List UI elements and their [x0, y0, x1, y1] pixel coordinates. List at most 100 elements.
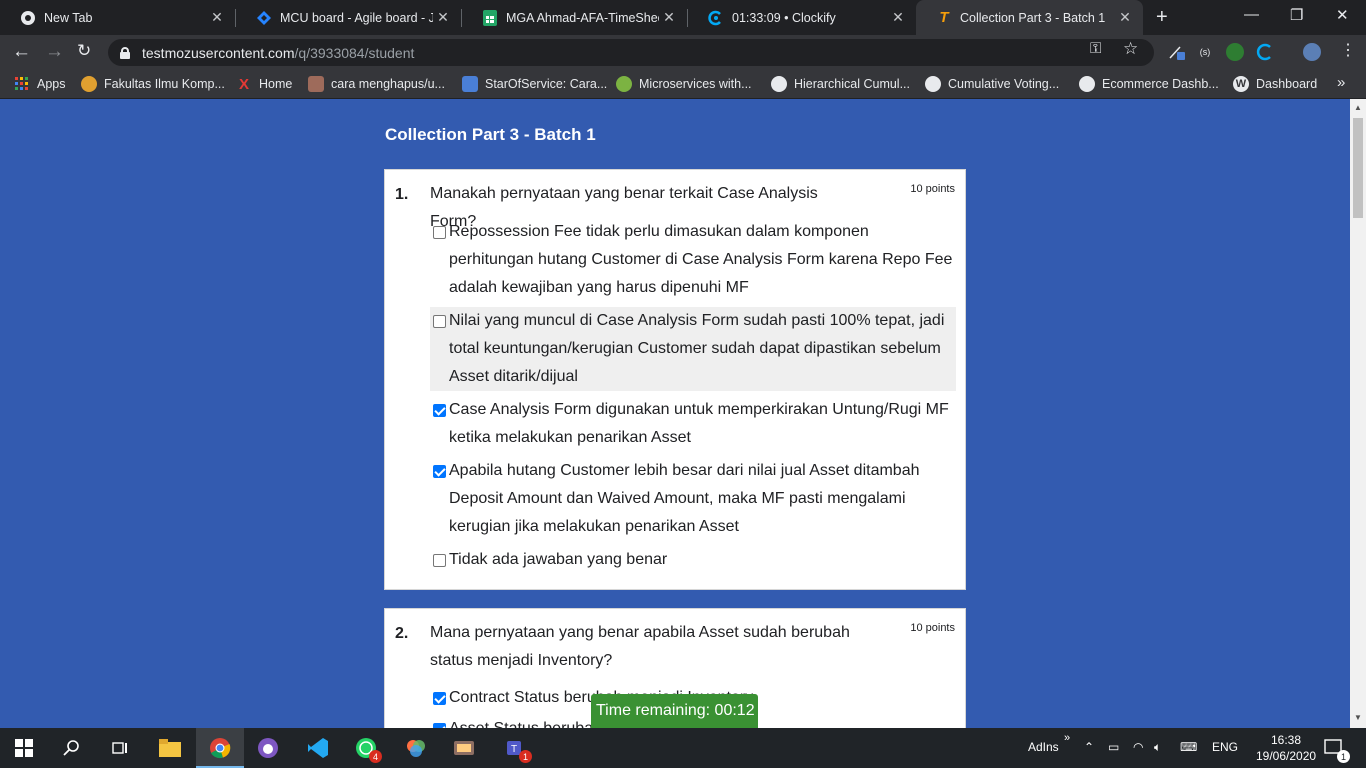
bookmark-fakultas[interactable]: Fakultas Ilmu Komp... [81, 76, 225, 92]
answer-option[interactable]: Repossession Fee tidak perlu dimasukan d… [430, 218, 956, 302]
clock[interactable]: 16:38 19/06/2020 [1256, 732, 1316, 764]
clock-time: 16:38 [1270, 733, 1302, 747]
answer-option[interactable]: Nilai yang muncul di Case Analysis Form … [430, 307, 956, 391]
answer-checkbox[interactable] [433, 692, 446, 705]
bookmark-label: Ecommerce Dashb... [1102, 77, 1219, 91]
bookmark-label: Hierarchical Cumul... [794, 77, 911, 91]
answer-checkbox[interactable] [433, 465, 446, 478]
close-tab-icon[interactable]: ✕ [888, 9, 908, 26]
answer-checkbox[interactable] [433, 404, 446, 417]
tray-more-icon[interactable]: » [1064, 732, 1070, 744]
tab-title: MGA Ahmad-AFA-TimeSheet-2 [506, 10, 659, 25]
restore-button[interactable]: ❐ [1290, 6, 1303, 24]
bookmark-hierarchical[interactable]: Hierarchical Cumul... [771, 76, 910, 92]
bookmark-starofservice[interactable]: StarOfService: Cara... [462, 76, 607, 92]
scroll-up-icon[interactable]: ▲ [1354, 103, 1362, 112]
page-scrollbar[interactable]: ▲ ▼ [1350, 99, 1366, 728]
points-label: 10 points [910, 183, 955, 195]
scroll-down-icon[interactable]: ▼ [1354, 713, 1362, 722]
answer-checkbox[interactable] [433, 315, 446, 328]
close-tab-icon[interactable]: ✕ [659, 9, 679, 26]
tab-clockify[interactable]: 01:33:09 • Clockify ✕ [688, 0, 916, 35]
volume-icon[interactable]: 🔈︎ [1154, 740, 1161, 755]
battery-icon[interactable]: ▭ [1108, 740, 1119, 754]
answer-option[interactable]: Apabila hutang Customer lebih besar dari… [430, 457, 956, 541]
bookmark-label: Home [259, 77, 293, 91]
more-bookmarks-icon[interactable]: » [1337, 74, 1345, 91]
wifi-icon[interactable]: ◠ [1133, 740, 1143, 754]
apps-grid-icon [14, 76, 30, 92]
chrome-icon[interactable] [208, 736, 232, 760]
points-label: 10 points [910, 622, 955, 634]
tab-collection-part-3[interactable]: T Collection Part 3 - Batch 1 ✕ [916, 0, 1143, 35]
minimize-button[interactable]: — [1244, 6, 1259, 23]
vscode-icon[interactable] [306, 736, 330, 760]
answer-text: Apabila hutang Customer lebih besar dari… [449, 462, 920, 535]
extension-clockify-icon[interactable] [1256, 43, 1274, 61]
notification-center-icon[interactable]: 1 [1322, 736, 1350, 763]
question-number: 2. [395, 625, 409, 642]
address-bar[interactable]: testmozusercontent.com /q/3933084/studen… [108, 39, 1154, 66]
wordpress-icon: W [1233, 76, 1249, 92]
globe-icon [925, 76, 941, 92]
back-button[interactable]: ← [12, 41, 31, 63]
bookmark-favicon-icon [462, 76, 478, 92]
clock-date: 19/06/2020 [1256, 749, 1317, 763]
game-app-icon[interactable] [452, 736, 476, 760]
show-hidden-icons-icon[interactable]: ⌃ [1084, 740, 1094, 754]
avatar[interactable] [1303, 43, 1321, 61]
bookmark-favicon-icon [81, 76, 97, 92]
tab-title: MCU board - Agile board - Jira [280, 10, 433, 25]
extension-globe-icon[interactable] [1226, 43, 1244, 61]
language-indicator[interactable]: ENG [1212, 740, 1238, 754]
extension-s-icon[interactable]: (s) [1196, 43, 1214, 61]
answer-text: Repossession Fee tidak perlu dimasukan d… [449, 223, 953, 296]
answer-text: Tidak ada jawaban yang benar [449, 551, 668, 568]
jira-icon [256, 10, 272, 26]
reload-button[interactable]: ↻ [77, 41, 91, 61]
teams-icon[interactable]: T 1 [504, 736, 532, 763]
bookmark-label: cara menghapus/u... [331, 77, 445, 91]
extension-pen-icon[interactable] [1168, 43, 1186, 61]
close-window-button[interactable]: ✕ [1336, 6, 1349, 24]
answer-option[interactable]: Tidak ada jawaban yang benar [430, 546, 956, 574]
key-icon[interactable]: ⚿ [1090, 40, 1101, 57]
keyboard-icon[interactable]: ⌨ [1180, 740, 1197, 754]
bookmark-apps[interactable]: Apps [14, 76, 66, 92]
menu-icon[interactable]: ⋮ [1340, 40, 1356, 60]
scrollbar-thumb[interactable] [1353, 118, 1363, 218]
tab-title: Collection Part 3 - Batch 1 [960, 10, 1106, 25]
tab-new-tab[interactable]: New Tab ✕ [0, 0, 235, 35]
close-tab-icon[interactable]: ✕ [433, 9, 453, 26]
bookmark-label: Microservices with... [639, 77, 752, 91]
bookmark-ecommerce[interactable]: Ecommerce Dashb... [1079, 76, 1219, 92]
bookmark-microservices[interactable]: Microservices with... [616, 76, 752, 92]
globe-icon [771, 76, 787, 92]
whatsapp-badge: 4 [369, 750, 382, 763]
new-tab-button[interactable]: + [1156, 6, 1168, 29]
bookmark-cara-menghapus[interactable]: cara menghapus/u... [308, 76, 445, 92]
question-card-1: 1. Manakah pernyataan yang benar terkait… [384, 169, 966, 590]
tab-timesheet[interactable]: MGA Ahmad-AFA-TimeSheet-2 ✕ [462, 0, 687, 35]
bookmark-cumulative-voting[interactable]: Cumulative Voting... [925, 76, 1059, 92]
browser-toolbar: ← → ↻ testmozusercontent.com /q/3933084/… [0, 35, 1366, 70]
whatsapp-icon[interactable]: 4 [354, 736, 382, 763]
lock-icon[interactable] [120, 46, 130, 59]
file-explorer-icon[interactable] [158, 736, 182, 760]
answer-checkbox[interactable] [433, 554, 446, 567]
bookmark-dashboard[interactable]: W Dashboard [1233, 76, 1317, 92]
close-tab-icon[interactable]: ✕ [207, 9, 227, 26]
task-view-icon[interactable] [108, 736, 132, 760]
star-icon[interactable]: ☆ [1123, 39, 1138, 59]
search-icon[interactable] [60, 736, 84, 760]
bookmark-home[interactable]: X Home [236, 76, 293, 93]
color-app-icon[interactable] [404, 736, 428, 760]
cat-app-icon[interactable] [256, 736, 280, 760]
close-tab-icon[interactable]: ✕ [1115, 9, 1135, 26]
tray-label[interactable]: AdIns [1028, 740, 1059, 754]
answer-checkbox[interactable] [433, 226, 446, 239]
answer-option[interactable]: Case Analysis Form digunakan untuk mempe… [430, 396, 956, 452]
windows-start-icon[interactable] [12, 736, 36, 760]
tab-jira[interactable]: MCU board - Agile board - Jira ✕ [236, 0, 461, 35]
forward-button[interactable]: → [45, 41, 64, 63]
